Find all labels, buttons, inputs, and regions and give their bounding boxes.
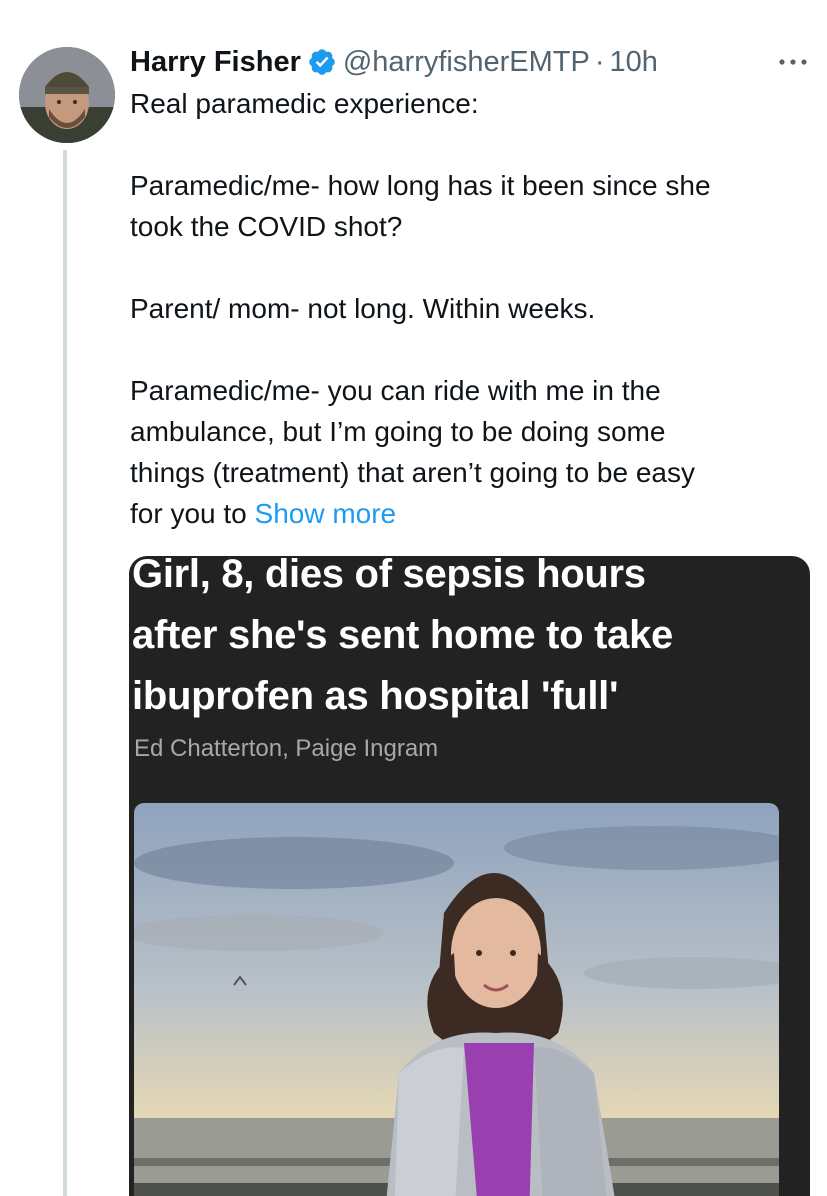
tweet-media-image[interactable]: Girl, 8, dies of sepsis hours after she'… <box>129 556 810 1196</box>
tweet-text-line: Paramedic/me- you can ride with me in th… <box>130 375 661 406</box>
thread-line <box>63 150 67 1196</box>
tweet-text-line: took the COVID shot? <box>130 211 403 242</box>
headline-line: after she's sent home to take <box>132 613 673 657</box>
tweet-text-line: Real paramedic experience: <box>130 88 479 119</box>
show-more-link[interactable]: Show more <box>255 498 397 529</box>
tweet-text-fragment: for you to <box>130 498 247 529</box>
avatar[interactable] <box>19 47 115 143</box>
headline-line: Girl, 8, dies of sepsis hours <box>132 556 646 596</box>
separator-dot: · <box>594 45 605 78</box>
author-handle[interactable]: @harryfisherEMTP <box>343 46 590 79</box>
tweet-text: Real paramedic experience: Paramedic/me-… <box>130 83 810 534</box>
tweet-timestamp[interactable]: 10h <box>610 46 658 79</box>
avatar-image <box>19 47 115 143</box>
tweet-text-line: ambulance, but I’m going to be doing som… <box>130 416 666 447</box>
author-display-name[interactable]: Harry Fisher <box>130 46 301 79</box>
tweet-text-line: Paramedic/me- how long has it been since… <box>130 170 711 201</box>
more-options-button[interactable] <box>775 50 811 74</box>
more-horizontal-icon <box>779 59 807 65</box>
tweet-text-last-line: for you to Show more <box>130 493 810 534</box>
tweet-header: Harry Fisher @harryfisherEMTP · 10h <box>130 42 658 82</box>
tweet-text-line: things (treatment) that aren’t going to … <box>130 457 695 488</box>
article-photo <box>134 803 779 1196</box>
article-headline: Girl, 8, dies of sepsis hours after she'… <box>132 556 808 727</box>
headline-line: ibuprofen as hospital 'full' <box>132 674 619 718</box>
verified-badge-icon <box>307 47 337 77</box>
article-byline: Ed Chatterton, Paige Ingram <box>134 735 439 762</box>
tweet-text-line: Parent/ mom- not long. Within weeks. <box>130 293 596 324</box>
